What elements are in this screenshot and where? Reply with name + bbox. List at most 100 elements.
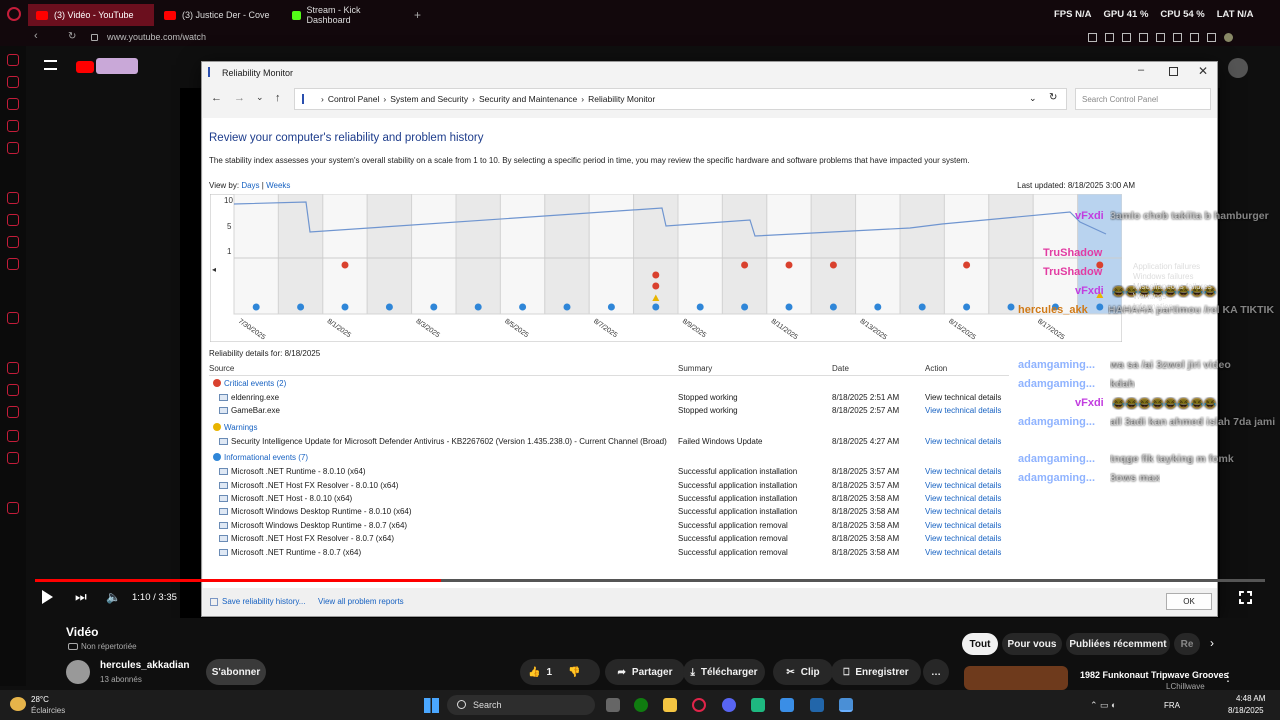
day-column[interactable]	[677, 194, 723, 315]
extension-icon[interactable]	[1088, 33, 1097, 42]
extension-icon[interactable]	[1105, 33, 1114, 42]
more-button[interactable]: …	[923, 659, 949, 685]
day-column[interactable]	[943, 194, 990, 315]
chat-username[interactable]: TruShadow	[1043, 266, 1102, 278]
app-icon[interactable]	[810, 698, 824, 712]
more-vert-icon[interactable]: ⋮	[1222, 670, 1234, 684]
day-column[interactable]	[322, 194, 368, 315]
download-button[interactable]: ⤓ Télécharger	[683, 659, 765, 685]
view-technical-details-link[interactable]: View technical details	[925, 465, 1001, 478]
day-column[interactable]	[855, 194, 901, 315]
day-column[interactable]	[455, 194, 501, 315]
refresh-icon[interactable]: ↻	[1049, 92, 1057, 103]
day-column[interactable]	[499, 194, 546, 315]
ok-button[interactable]: OK	[1166, 593, 1212, 610]
volume-icon[interactable]: 🔈	[106, 590, 121, 604]
col-summary[interactable]: Summary	[678, 362, 712, 376]
information-marker[interactable]	[785, 303, 793, 311]
extension-icon[interactable]	[1207, 33, 1216, 42]
sidebar-icon[interactable]	[7, 384, 19, 396]
user-avatar[interactable]	[1228, 58, 1248, 78]
day-column[interactable]	[988, 194, 1034, 315]
sidebar-icon[interactable]	[7, 362, 19, 374]
table-row[interactable]: GameBar.exe Stopped working 8/18/2025 2:57…	[209, 404, 1009, 417]
chat-username[interactable]: hercules_akk	[1018, 304, 1088, 316]
information-marker[interactable]	[607, 303, 615, 311]
opera-gx-icon[interactable]	[692, 698, 706, 712]
opera-logo-icon[interactable]	[7, 7, 21, 21]
chat-username[interactable]: vFxdi	[1075, 397, 1104, 409]
information-marker[interactable]	[741, 303, 749, 311]
view-technical-details-link[interactable]: View technical details	[925, 391, 1001, 404]
tab-youtube[interactable]: (3) Vidéo - YouTube	[28, 4, 154, 26]
extension-icon[interactable]	[1156, 33, 1165, 42]
sidebar-icon[interactable]	[7, 236, 19, 248]
information-marker[interactable]	[963, 303, 971, 311]
day-column[interactable]	[544, 194, 590, 315]
profile-avatar[interactable]	[1224, 33, 1233, 42]
view-weeks-link[interactable]: Weeks	[266, 181, 290, 190]
start-windows-icon[interactable]	[424, 698, 439, 713]
back-arrow-icon[interactable]: ←	[211, 92, 222, 104]
table-row[interactable]: Microsoft Windows Desktop Runtime - 8.0.…	[209, 519, 1009, 532]
extension-icon[interactable]	[1139, 33, 1148, 42]
subscribe-button[interactable]: S'abonner	[206, 659, 266, 685]
view-technical-details-link[interactable]: View technical details	[925, 532, 1001, 545]
app-icon[interactable]	[780, 698, 794, 712]
information-marker[interactable]	[1096, 303, 1104, 311]
information-marker[interactable]	[829, 303, 837, 311]
extension-icon[interactable]	[1190, 33, 1199, 42]
maximize-button[interactable]	[1169, 67, 1178, 76]
minimize-button[interactable]: –	[1138, 64, 1144, 76]
day-column[interactable]	[810, 194, 857, 315]
failure-marker[interactable]	[341, 261, 349, 269]
information-marker[interactable]	[1007, 303, 1015, 311]
next-icon[interactable]: ⏭	[75, 589, 87, 605]
breadcrumb[interactable]: › Control Panel › System and Security › …	[294, 88, 1067, 110]
table-row[interactable]: Microsoft .NET Host FX Resolver - 8.0.7 …	[209, 532, 1009, 545]
share-button[interactable]: ➦ Partager	[605, 659, 685, 685]
youtube-logo-icon[interactable]	[76, 61, 94, 73]
information-marker[interactable]	[918, 303, 926, 311]
clock-time[interactable]: 4:48 AM	[1236, 694, 1265, 703]
day-column[interactable]	[721, 194, 768, 315]
table-row[interactable]: eldenring.exe Stopped working 8/18/2025 2:…	[209, 391, 1009, 404]
information-marker[interactable]	[696, 303, 704, 311]
sidebar-icon[interactable]	[7, 312, 19, 324]
col-source[interactable]: Source	[209, 362, 234, 376]
scroll-left-icon[interactable]: ◂	[212, 265, 216, 274]
breadcrumb-item[interactable]: Security and Maintenance	[479, 94, 577, 104]
view-all-reports-link[interactable]: View all problem reports	[318, 597, 404, 606]
tray-icons[interactable]: ⌃ ▭ ◐	[1090, 700, 1116, 711]
chevron-down-icon[interactable]: ⌄	[256, 92, 264, 103]
video-progress-bar[interactable]	[35, 579, 1265, 582]
breadcrumb-item[interactable]: System and Security	[390, 94, 468, 104]
table-row[interactable]: Microsoft .NET Runtime - 8.0.10 (x64) Suc…	[209, 465, 1009, 478]
thumbs-down-icon[interactable]: 👎	[568, 667, 580, 678]
table-row[interactable]: Microsoft .NET Host FX Resolver - 8.0.10…	[209, 479, 1009, 492]
col-action[interactable]: Action	[925, 362, 947, 376]
save-button[interactable]: ⎕ Enregistrer	[831, 659, 921, 685]
table-row[interactable]: Security Intelligence Update for Microso…	[209, 435, 1009, 448]
breadcrumb-item[interactable]: Control Panel	[328, 94, 380, 104]
view-technical-details-link[interactable]: View technical details	[925, 505, 1001, 518]
view-technical-details-link[interactable]: View technical details	[925, 492, 1001, 505]
failure-marker[interactable]	[652, 271, 660, 279]
chat-username[interactable]: adamgaming...	[1018, 378, 1095, 390]
sidebar-icon[interactable]	[7, 258, 19, 270]
information-marker[interactable]	[874, 303, 882, 311]
language-indicator[interactable]: FRA	[1164, 701, 1180, 710]
view-technical-details-link[interactable]: View technical details	[925, 404, 1001, 417]
play-icon[interactable]	[42, 590, 53, 604]
weather-icon[interactable]	[10, 697, 26, 711]
chevron-down-icon[interactable]: ⌄	[1029, 93, 1037, 104]
information-marker[interactable]	[297, 303, 305, 311]
tab-kick[interactable]: Stream - Kick Dashboard	[284, 4, 410, 26]
event-group-header[interactable]: Informational events (7)	[209, 451, 1009, 464]
information-marker[interactable]	[430, 303, 438, 311]
day-column[interactable]	[366, 194, 413, 315]
failure-marker[interactable]	[652, 282, 660, 290]
day-column[interactable]	[233, 194, 279, 315]
sidebar-icon[interactable]	[7, 430, 19, 442]
event-group-header[interactable]: Warnings	[209, 421, 1009, 434]
